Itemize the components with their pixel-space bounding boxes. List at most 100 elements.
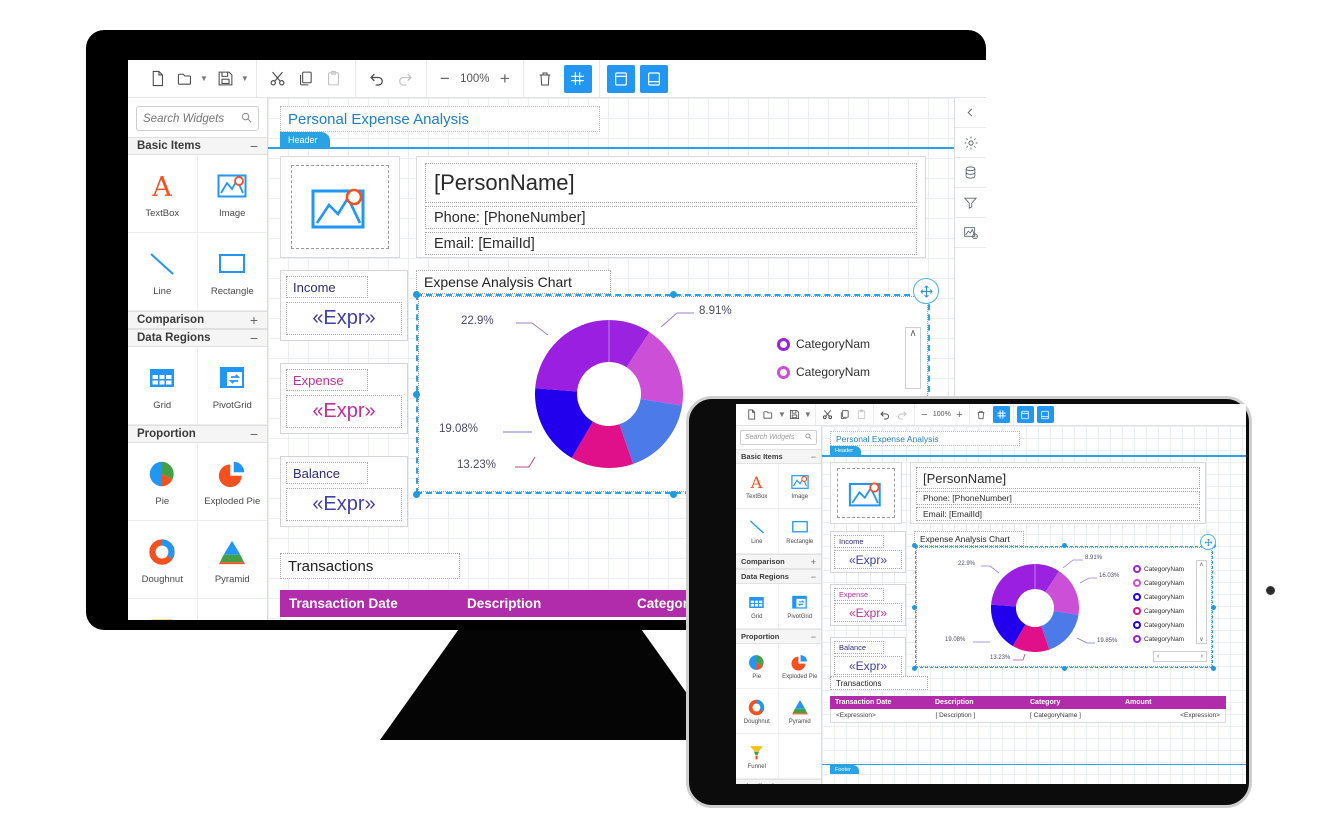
kpi-value[interactable]: «Expr»	[834, 656, 902, 675]
tablet-home-button[interactable]	[1266, 586, 1275, 595]
chart-title[interactable]: Expense Analysis Chart	[914, 531, 1024, 546]
zoom-in-button[interactable]: +	[953, 409, 966, 421]
tablet-search-box[interactable]: Search Widgets	[740, 430, 817, 445]
group-toggle-icon[interactable]: −	[811, 572, 816, 582]
kpi-income[interactable]: Income «Expr»	[830, 531, 906, 573]
widget-exploded-pie[interactable]: Exploded Pie	[197, 443, 267, 521]
gear-icon[interactable]	[955, 128, 986, 158]
widget-pie[interactable]: Pie	[736, 644, 779, 689]
report-title[interactable]: Personal Expense Analysis	[830, 431, 1020, 446]
group-header-data-regions[interactable]: Data Regions −	[736, 569, 821, 584]
preview-icon[interactable]	[606, 64, 635, 93]
undo-icon[interactable]	[877, 406, 894, 423]
move-handle-icon[interactable]	[1200, 534, 1216, 550]
widget-image[interactable]: Image	[778, 464, 821, 509]
move-handle-icon[interactable]	[913, 278, 939, 304]
group-toggle-icon[interactable]: −	[250, 138, 258, 154]
toggle-grid-icon[interactable]	[992, 406, 1010, 423]
group-toggle-icon[interactable]: +	[811, 557, 816, 567]
save-icon[interactable]	[212, 65, 240, 93]
zoom-out-button[interactable]: −	[434, 69, 456, 89]
paste-icon[interactable]	[853, 406, 870, 423]
save-icon[interactable]	[786, 406, 803, 423]
resize-handle-ml[interactable]	[413, 391, 420, 398]
header-band-tab[interactable]: Header	[830, 446, 862, 455]
widget-exploded-pie[interactable]: Exploded Pie	[778, 644, 821, 689]
image-placeholder[interactable]	[280, 156, 400, 258]
zoom-out-button[interactable]: −	[918, 409, 931, 421]
phone-field[interactable]: Phone: [PhoneNumber]	[916, 491, 1200, 505]
tablet-report-canvas[interactable]: Personal Expense Analysis Header [Person…	[822, 426, 1246, 784]
group-header-distribution[interactable]: Distribution +	[736, 779, 821, 784]
search-input[interactable]	[143, 112, 241, 125]
save-caret-icon[interactable]: ▼	[804, 410, 812, 419]
kpi-value[interactable]: «Expr»	[286, 488, 402, 521]
undo-icon[interactable]	[363, 65, 391, 93]
widget-doughnut[interactable]: Doughnut	[128, 521, 198, 599]
widget-grid[interactable]: Grid	[736, 584, 779, 629]
footer-band-tab[interactable]: Footer	[830, 765, 859, 774]
email-field[interactable]: Email: [EmailId]	[916, 507, 1200, 521]
widget-textbox[interactable]: A TextBox	[736, 464, 779, 509]
transactions-table[interactable]: Transaction Date Description Category Am…	[830, 696, 1226, 723]
search-widgets-box[interactable]	[136, 106, 259, 131]
widget-line[interactable]: Line	[736, 509, 779, 554]
kpi-income[interactable]: Income «Expr»	[280, 270, 408, 341]
kpi-value[interactable]: «Expr»	[834, 603, 902, 622]
kpi-label[interactable]: Balance	[834, 641, 884, 654]
person-info-box[interactable]: [PersonName] Phone: [PhoneNumber] Email:…	[416, 156, 926, 258]
open-caret-icon[interactable]: ▼	[200, 74, 208, 83]
delete-icon[interactable]	[973, 406, 990, 423]
phone-field[interactable]: Phone: [PhoneNumber]	[425, 206, 917, 229]
kpi-value[interactable]: «Expr»	[286, 395, 402, 428]
delete-icon[interactable]	[531, 65, 559, 93]
widget-pyramid[interactable]: Pyramid	[197, 521, 267, 599]
widget-funnel[interactable]: Funnel	[128, 599, 198, 620]
email-field[interactable]: Email: [EmailId]	[425, 232, 917, 255]
new-document-icon[interactable]	[143, 65, 171, 93]
cut-icon[interactable]	[819, 406, 836, 423]
group-toggle-icon[interactable]: −	[250, 426, 258, 442]
group-header-proportion[interactable]: Proportion −	[128, 425, 267, 443]
copy-icon[interactable]	[836, 406, 853, 423]
preview-icon[interactable]	[1016, 406, 1034, 423]
open-caret-icon[interactable]: ▼	[778, 410, 786, 419]
open-folder-icon[interactable]	[760, 406, 777, 423]
group-header-comparison[interactable]: Comparison +	[128, 311, 267, 329]
kpi-balance[interactable]: Balance «Expr»	[830, 637, 906, 679]
kpi-label[interactable]: Balance	[286, 462, 368, 484]
widget-pivotgrid[interactable]: PivotGrid	[197, 347, 267, 425]
mobile-preview-icon[interactable]	[1036, 406, 1054, 423]
resize-handle-tm[interactable]	[1062, 543, 1067, 548]
resize-handle-bl[interactable]	[912, 666, 917, 671]
cut-icon[interactable]	[264, 65, 292, 93]
resize-handle-bm[interactable]	[670, 491, 677, 498]
group-header-basic-items[interactable]: Basic Items −	[736, 449, 821, 464]
group-header-data-regions[interactable]: Data Regions −	[128, 329, 267, 347]
collapse-chevron-icon[interactable]	[955, 98, 986, 128]
group-toggle-icon[interactable]: −	[811, 452, 816, 462]
person-info-box[interactable]: [PersonName] Phone: [PhoneNumber] Email:…	[910, 462, 1206, 524]
group-toggle-icon[interactable]: +	[811, 782, 816, 785]
kpi-value[interactable]: «Expr»	[834, 550, 902, 569]
widget-funnel[interactable]: Funnel	[736, 734, 779, 779]
database-icon[interactable]	[955, 158, 986, 188]
new-document-icon[interactable]	[743, 406, 760, 423]
group-header-comparison[interactable]: Comparison +	[736, 554, 821, 569]
kpi-label[interactable]: Expense	[834, 588, 884, 601]
report-title[interactable]: Personal Expense Analysis	[280, 106, 600, 132]
group-toggle-icon[interactable]: −	[250, 330, 258, 346]
save-caret-icon[interactable]: ▼	[241, 74, 249, 83]
transactions-label[interactable]: Transactions	[280, 553, 460, 579]
widget-rectangle[interactable]: Rectangle	[197, 233, 267, 311]
toggle-grid-icon[interactable]	[563, 64, 592, 93]
chart-title[interactable]: Expense Analysis Chart	[416, 270, 611, 294]
person-name-field[interactable]: [PersonName]	[916, 467, 1200, 489]
group-toggle-icon[interactable]: −	[811, 632, 816, 642]
kpi-balance[interactable]: Balance «Expr»	[280, 456, 408, 527]
resize-handle-bm[interactable]	[1062, 666, 1067, 671]
widget-pivotgrid[interactable]: PivotGrid	[778, 584, 821, 629]
paste-icon[interactable]	[320, 65, 348, 93]
widget-textbox[interactable]: A TextBox	[128, 155, 198, 233]
open-folder-icon[interactable]	[171, 65, 199, 93]
